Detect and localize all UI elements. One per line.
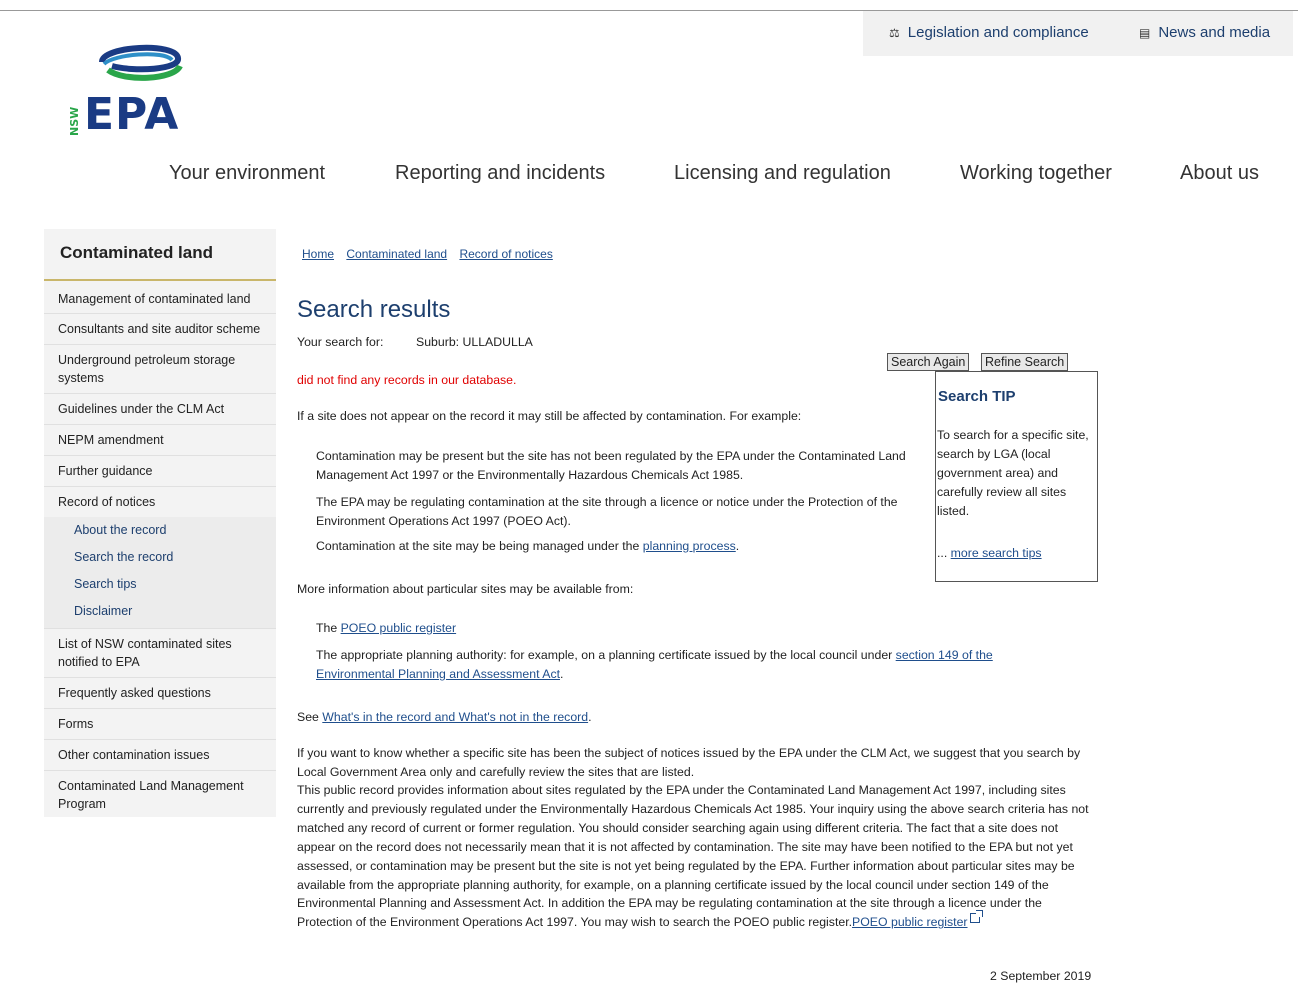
breadcrumb-record-of-notices[interactable]: Record of notices xyxy=(459,247,552,261)
breadcrumb: Home Contaminated land Record of notices xyxy=(302,247,562,261)
bullet-poeo-licence: The EPA may be regulating contamination … xyxy=(316,495,898,528)
nav-licensing-regulation[interactable]: Licensing and regulation xyxy=(674,162,891,185)
sidebar-item-upss[interactable]: Underground petroleum storage systems xyxy=(44,345,276,394)
sidebar-sub-search-record[interactable]: Search the record xyxy=(44,544,276,571)
sidebar-sub-search-tips[interactable]: Search tips xyxy=(44,571,276,598)
planning-authority-item: The appropriate planning authority: for … xyxy=(316,648,993,681)
search-again-button[interactable]: Search Again xyxy=(887,353,970,371)
news-link[interactable]: ▤ News and media xyxy=(1139,24,1270,41)
see-record-text: See What's in the record and What's not … xyxy=(297,710,592,724)
legislation-link[interactable]: ⚖ Legislation and compliance xyxy=(889,24,1089,41)
external-link-icon xyxy=(969,910,983,924)
sidebar-item-faq[interactable]: Frequently asked questions xyxy=(44,678,276,709)
svg-text:NSW: NSW xyxy=(68,107,81,136)
logo-nsw-mark: NSW xyxy=(68,107,81,136)
planning-process-link[interactable]: planning process xyxy=(643,539,736,553)
no-records-message: did not find any records in our database… xyxy=(297,373,517,387)
sidebar-item-further-guidance[interactable]: Further guidance xyxy=(44,456,276,487)
more-search-tips: ... more search tips xyxy=(937,546,1042,560)
search-tip-box: Search TIP To search for a specific site… xyxy=(935,371,1098,582)
sidebar-item-forms[interactable]: Forms xyxy=(44,709,276,740)
nav-reporting-incidents[interactable]: Reporting and incidents xyxy=(395,162,605,185)
refine-search-button[interactable]: Refine Search xyxy=(981,353,1069,371)
search-for-value: Suburb: ULLADULLA xyxy=(416,335,533,349)
sidebar-item-nepm[interactable]: NEPM amendment xyxy=(44,425,276,456)
nav-about-us[interactable]: About us xyxy=(1180,162,1259,185)
intro-text: If a site does not appear on the record … xyxy=(297,409,802,423)
search-tip-text: To search for a specific site, search by… xyxy=(937,428,1089,518)
logo-text: EPA xyxy=(84,89,180,140)
sidebar: Contaminated land Management of contamin… xyxy=(44,229,276,817)
page-title: Search results xyxy=(297,296,451,323)
poeo-register-link-2[interactable]: POEO public register xyxy=(852,915,968,929)
sidebar-item-consultants[interactable]: Consultants and site auditor scheme xyxy=(44,314,276,345)
bullet-planning: Contamination at the site may be being m… xyxy=(316,539,740,553)
sidebar-sub-disclaimer[interactable]: Disclaimer xyxy=(44,598,276,629)
sidebar-sub-about-record[interactable]: About the record xyxy=(44,517,276,544)
sidebar-item-management[interactable]: Management of contaminated land xyxy=(44,281,276,314)
sidebar-item-record-of-notices[interactable]: Record of notices xyxy=(44,487,276,517)
breadcrumb-home[interactable]: Home xyxy=(302,247,334,261)
newspaper-icon: ▤ xyxy=(1139,25,1151,40)
lga-advice-text: If you want to know whether a specific s… xyxy=(297,746,1081,779)
nav-your-environment[interactable]: Your environment xyxy=(169,162,325,185)
sidebar-item-other-issues[interactable]: Other contamination issues xyxy=(44,740,276,771)
sidebar-item-clm-program[interactable]: Contaminated Land Management Program xyxy=(44,771,276,817)
epa-logo[interactable]: NSW EPA xyxy=(66,40,196,140)
search-tip-title: Search TIP xyxy=(938,388,1016,405)
page-date: 2 September 2019 xyxy=(990,969,1092,983)
sidebar-item-list-sites[interactable]: List of NSW contaminated sites notified … xyxy=(44,629,276,678)
nav-working-together[interactable]: Working together xyxy=(960,162,1112,185)
more-search-tips-link[interactable]: more search tips xyxy=(951,546,1042,560)
whats-in-record-link[interactable]: What's in the record and What's not in t… xyxy=(322,710,588,724)
sidebar-item-guidelines[interactable]: Guidelines under the CLM Act xyxy=(44,394,276,425)
gavel-icon: ⚖ xyxy=(889,25,900,40)
search-for-label: Your search for: xyxy=(297,335,384,349)
poeo-item: The POEO public register xyxy=(316,621,457,635)
poeo-register-link[interactable]: POEO public register xyxy=(341,621,457,635)
sidebar-title: Contaminated land xyxy=(44,229,276,281)
more-info-text: More information about particular sites … xyxy=(297,582,634,596)
main-nav: Your environment Reporting and incidents… xyxy=(0,162,1298,192)
public-record-text: This public record provides information … xyxy=(297,783,1089,930)
bullet-not-regulated: Contamination may be present but the sit… xyxy=(316,449,906,482)
utility-bar: ⚖ Legislation and compliance ▤ News and … xyxy=(863,11,1293,56)
logo-swoosh-icon xyxy=(99,44,183,81)
breadcrumb-contaminated-land[interactable]: Contaminated land xyxy=(346,247,447,261)
